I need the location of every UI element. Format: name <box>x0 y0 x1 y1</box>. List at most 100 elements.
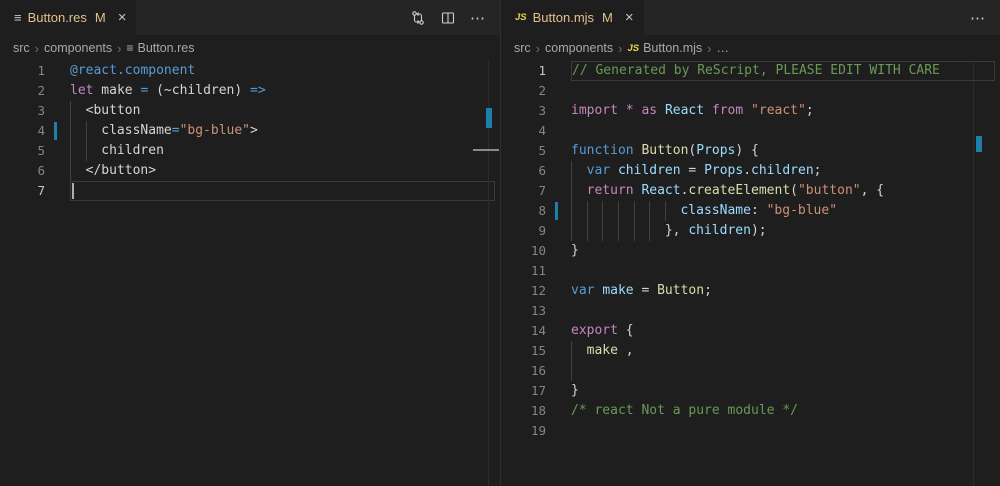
line-number[interactable]: 5 <box>0 141 45 161</box>
code-line[interactable]: 5function Button(Props) { <box>501 141 1000 161</box>
code-token: = <box>172 123 180 138</box>
editor-actions: ⋯ <box>970 0 1000 35</box>
gutter <box>45 61 70 81</box>
code-editor-button-mjs[interactable]: 1// Generated by ReScript, PLEASE EDIT W… <box>501 61 1000 441</box>
code-token: "react" <box>751 103 806 118</box>
code-line[interactable]: 14 export { <box>501 321 1000 341</box>
more-actions-icon[interactable]: ⋯ <box>470 9 486 27</box>
code-line[interactable]: 4 className="bg-blue"> <box>0 121 500 141</box>
close-tab-icon[interactable]: × <box>118 10 127 25</box>
breadcrumb-file[interactable]: Button.res <box>137 41 194 55</box>
code-line[interactable]: 4 <box>501 121 1000 141</box>
code-line[interactable]: 11 <box>501 261 1000 281</box>
line-content: make , <box>571 341 988 361</box>
code-line[interactable]: 7return React.createElement("button", { <box>501 181 1000 201</box>
code-line[interactable]: 9}, children); <box>501 221 1000 241</box>
code-line[interactable]: 6 </button> <box>0 161 500 181</box>
code-line[interactable]: 6var children = Props.children; <box>501 161 1000 181</box>
line-number[interactable]: 17 <box>501 381 546 401</box>
code-token: var <box>587 163 610 178</box>
line-content: @react.component <box>70 61 488 81</box>
editor-group-left: ≡ Button.res M × <box>0 0 500 486</box>
tab-button-res[interactable]: ≡ Button.res M × <box>0 0 136 35</box>
line-number[interactable]: 4 <box>0 121 45 141</box>
breadcrumb-folder[interactable]: components <box>44 41 112 55</box>
gutter <box>546 81 571 101</box>
line-number[interactable]: 8 <box>501 201 546 221</box>
code-token: "bg-blue" <box>180 123 250 138</box>
code-token: ( <box>790 183 798 198</box>
code-token: ); <box>751 223 767 238</box>
line-number[interactable]: 10 <box>501 241 546 261</box>
code-line[interactable]: 19 <box>501 421 1000 441</box>
line-number[interactable]: 3 <box>0 101 45 121</box>
code-line[interactable]: 3 <button <box>0 101 500 121</box>
code-line[interactable]: 18/* react Not a pure module */ <box>501 401 1000 421</box>
code-line[interactable]: 5 children <box>0 141 500 161</box>
line-number[interactable]: 3 <box>501 101 546 121</box>
code-line[interactable]: 3 import * as React from "react"; <box>501 101 1000 121</box>
line-content: export { <box>571 321 988 341</box>
line-number[interactable]: 4 <box>501 121 546 141</box>
breadcrumb-file[interactable]: Button.mjs <box>643 41 702 55</box>
indent-guide <box>70 121 86 141</box>
code-line[interactable]: 12var make = Button; <box>501 281 1000 301</box>
split-editor-icon[interactable] <box>440 10 456 26</box>
line-number[interactable]: 15 <box>501 341 546 361</box>
indent-guide <box>587 221 603 241</box>
line-number[interactable]: 6 <box>0 161 45 181</box>
code-token: Props <box>704 163 743 178</box>
line-number[interactable]: 1 <box>501 61 546 81</box>
modified-badge: M <box>95 10 106 25</box>
line-number[interactable]: 2 <box>501 81 546 101</box>
line-number[interactable]: 14 <box>501 321 546 341</box>
gutter <box>546 321 571 341</box>
tab-bar-right: JS Button.mjs M × ⋯ <box>501 0 1000 35</box>
line-number[interactable]: 9 <box>501 221 546 241</box>
code-line[interactable]: 15 make , <box>501 341 1000 361</box>
code-line[interactable]: 7 <box>0 181 500 201</box>
line-number[interactable]: 12 <box>501 281 546 301</box>
code-line[interactable]: 17} <box>501 381 1000 401</box>
line-content: className: "bg-blue" <box>571 201 988 221</box>
code-line[interactable]: 1 @react.component <box>0 61 500 81</box>
line-content: import * as React from "react"; <box>571 101 988 121</box>
line-content: children <box>70 141 488 161</box>
code-line[interactable]: 8 className: "bg-blue" <box>501 201 1000 221</box>
line-number[interactable]: 13 <box>501 301 546 321</box>
line-number[interactable]: 7 <box>0 181 45 201</box>
line-number[interactable]: 1 <box>0 61 45 81</box>
code-line[interactable]: 1// Generated by ReScript, PLEASE EDIT W… <box>501 61 1000 81</box>
code-line[interactable]: 2let make = (~children) => <box>0 81 500 101</box>
breadcrumb-symbol[interactable]: … <box>717 41 730 55</box>
breadcrumb-folder[interactable]: src <box>514 41 531 55</box>
line-number[interactable]: 19 <box>501 421 546 441</box>
code-line[interactable]: 10} <box>501 241 1000 261</box>
code-editor-button-res[interactable]: 1 @react.component2let make = (~children)… <box>0 61 500 201</box>
line-number[interactable]: 6 <box>501 161 546 181</box>
line-number[interactable]: 11 <box>501 261 546 281</box>
breadcrumb-folder[interactable]: src <box>13 41 30 55</box>
more-actions-icon[interactable]: ⋯ <box>970 9 986 27</box>
close-tab-icon[interactable]: × <box>625 10 634 25</box>
code-line[interactable]: 16 <box>501 361 1000 381</box>
code-token: className <box>680 203 750 218</box>
line-number[interactable]: 18 <box>501 401 546 421</box>
code-line[interactable]: 13 <box>501 301 1000 321</box>
line-number[interactable]: 7 <box>501 181 546 201</box>
breadcrumb-folder[interactable]: components <box>545 41 613 55</box>
open-changes-icon[interactable] <box>410 10 426 26</box>
tab-button-mjs[interactable]: JS Button.mjs M × <box>501 0 644 35</box>
line-content: className="bg-blue"> <box>70 121 488 141</box>
code-line[interactable]: 2 <box>501 81 1000 101</box>
line-number[interactable]: 2 <box>0 81 45 101</box>
line-content <box>571 361 988 381</box>
line-number[interactable]: 5 <box>501 141 546 161</box>
indent-guide <box>602 221 618 241</box>
code-token: as <box>641 103 657 118</box>
gutter-modified-indicator <box>54 122 57 140</box>
gutter <box>546 221 571 241</box>
line-number[interactable]: 16 <box>501 361 546 381</box>
line-content: <button <box>70 101 488 121</box>
code-token: </button> <box>86 163 156 178</box>
